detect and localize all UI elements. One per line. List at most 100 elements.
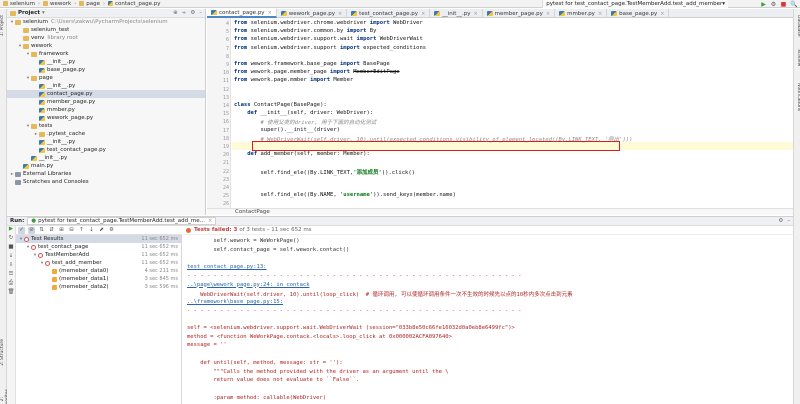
run-configuration-select[interactable]: pytest for test_contact_page.TestMemberA… [542,0,728,8]
run-console[interactable]: Tests failed: 3 of 3 tests – 11 sec 652 … [183,226,793,404]
close-icon[interactable]: × [473,11,477,17]
stop-icon[interactable]: ■ [7,244,15,253]
project-panel-title[interactable]: Project [18,10,40,16]
gear-icon[interactable]: ⚙ [778,218,783,224]
close-icon[interactable]: × [338,11,342,17]
left-strip-tab[interactable]: 2: Structure [0,339,7,366]
print-icon[interactable]: ⎙ [7,280,15,289]
expand-all-icon[interactable]: ⊞ [58,227,65,234]
python-file-icon [559,11,566,16]
close-icon[interactable]: × [268,10,272,16]
close-icon[interactable]: × [421,11,425,17]
project-tree-item[interactable]: mmber.py [7,106,205,114]
right-strip-tab[interactable]: SciView [794,49,800,66]
python-file-icon [39,83,45,89]
chevron-down-icon[interactable]: ▾ [42,10,45,16]
nav-toolbar: ▶ ⚙ ■ 🔍 [760,0,800,8]
soft-wrap-icon[interactable]: ⇩ [7,262,15,271]
breadcrumb-item[interactable]: page [76,0,103,8]
minimize-icon[interactable]: – [199,10,202,16]
project-tree-item[interactable]: venv library root [7,34,205,42]
collapse-icon[interactable]: ÷ [182,10,187,16]
close-icon[interactable]: × [660,11,664,17]
run-config-tab[interactable]: ● pytest for test_contact_page.TestMembe… [27,217,217,225]
editor-tab[interactable]: contact_page.py × [207,9,277,18]
stop-icon[interactable]: ■ [780,1,787,8]
trash-icon[interactable]: 🗑 [7,289,15,298]
code-line: # WebDriverWait(self.driver, 10).until(e… [234,135,632,143]
export-icon[interactable]: ⬈ [98,227,105,234]
left-strip-tab[interactable]: 1: Project [0,15,7,36]
show-ignored-icon[interactable]: ⊘ [28,226,35,234]
scroll-down-icon[interactable]: ↓ [7,253,15,262]
right-strip-tab[interactable]: Database [794,15,800,36]
settings-icon[interactable]: ☰ [7,271,15,280]
sort-duration-icon[interactable]: ⇵ [48,227,55,234]
test-tree-item[interactable]: (memeber_data2) 3 sec 596 ms [16,283,181,291]
search-icon[interactable]: 🔍 [790,1,797,8]
project-tree-item[interactable]: __init__.py [7,82,205,90]
code-token: super().__init__(driver) [234,126,340,133]
editor-tab[interactable]: base_page.py × [607,9,670,18]
project-tree-item[interactable]: member_page.py [7,98,205,106]
project-tree-item[interactable]: base_page.py [7,66,205,74]
test-failed-icon [52,268,57,274]
project-tree-item[interactable]: main.py [7,162,205,170]
run-icon[interactable]: ▶ [760,1,767,8]
next-icon[interactable]: ↓ [88,227,95,234]
console-link[interactable]: ..\framework\base_page.py:15: [187,299,283,305]
project-tree-item[interactable]: ▾ framework [7,50,205,58]
project-tree-item[interactable]: ▸ External Libraries [7,170,205,178]
add-icon[interactable]: ⊕ [173,10,178,16]
test-tree-item[interactable]: (memeber_data1) 3 sec 845 ms [16,275,181,283]
collapse-all-icon[interactable]: ⊟ [68,227,75,234]
editor-tab[interactable]: mmber.py × [555,9,608,18]
right-strip-tab[interactable]: Notifications [794,83,800,111]
test-tree-item[interactable]: ▾ test_contact_page 11 sec 652 ms [16,243,181,251]
previous-icon[interactable]: ↑ [78,227,85,234]
close-icon[interactable]: × [598,11,602,17]
test-tree-item[interactable]: (memeber_data0) 4 sec 211 ms [16,267,181,275]
console-link[interactable]: test_contact_page.py:13: [187,264,266,270]
debug-icon[interactable]: ⚙ [770,1,777,8]
project-tree-item[interactable]: selenium_test [7,26,205,34]
console-line: self = <selenium.webdriver.support.wait.… [187,325,515,331]
breadcrumb-item[interactable]: wework [40,0,74,8]
test-tree-item[interactable]: ▾ Test Results 11 sec 652 ms [16,235,181,243]
test-failed-icon [38,252,43,258]
project-tree-item[interactable]: ▾ wework [7,42,205,50]
project-tree-item[interactable]: ▾ selenium C:\Users\zakwu\PycharmProjects\… [7,18,205,26]
close-icon[interactable]: × [208,218,213,224]
editor-tab[interactable]: wework_page.py × [277,9,348,18]
project-tree-item[interactable]: ▸ .pytest_cache [7,130,205,138]
rerun-icon[interactable]: ▶ [7,226,15,235]
project-tree-item[interactable]: __init__.py [7,154,205,162]
project-tree-item[interactable]: contact_page.py [7,90,205,98]
code-token: import [346,28,370,35]
project-tree-item[interactable]: wework_page.py [7,114,205,122]
project-tree-item[interactable]: ▾ page [7,74,205,82]
show-passed-icon[interactable]: ✓ [18,226,25,234]
editor-breadcrumb[interactable]: ContactPage [207,208,793,215]
project-tree-item[interactable]: __init__.py [7,58,205,66]
console-link[interactable]: ..\page\wework_page.py:24: in contack [187,282,310,288]
project-tree-item[interactable]: ▾ tests [7,122,205,130]
editor-tab[interactable]: test_contact_page.py × [347,9,431,18]
sort-alpha-icon[interactable]: ⇅ [38,227,45,234]
project-tree-item[interactable]: test_contact_page.py [7,146,205,154]
breadcrumb-item[interactable]: contact_page.py [105,0,164,8]
close-icon[interactable]: × [546,11,550,17]
code-editor[interactable]: from selenium.webdriver.chrome.webdriver… [232,18,793,208]
left-strip-tab[interactable]: 2: Favorites [0,389,10,404]
editor-tab[interactable]: __init__.py × [430,9,483,18]
project-tree-item[interactable]: Scratches and Consoles [7,178,205,186]
breadcrumb-item[interactable]: selenium [0,0,38,8]
minimize-icon[interactable]: – [787,218,790,224]
gear-icon[interactable]: ⚙ [190,10,195,16]
rerun-failed-icon[interactable]: ↻ [7,235,15,244]
editor-tab[interactable]: member_page.py × [483,9,556,18]
test-tree-item[interactable]: ▾ TestMemberAdd 11 sec 652 ms [16,251,181,259]
gear-icon[interactable]: ⚙ [108,227,115,234]
project-tree-item[interactable]: __init__.py [7,138,205,146]
test-tree-item[interactable]: ▾ test_add_member 11 sec 652 ms [16,259,181,267]
